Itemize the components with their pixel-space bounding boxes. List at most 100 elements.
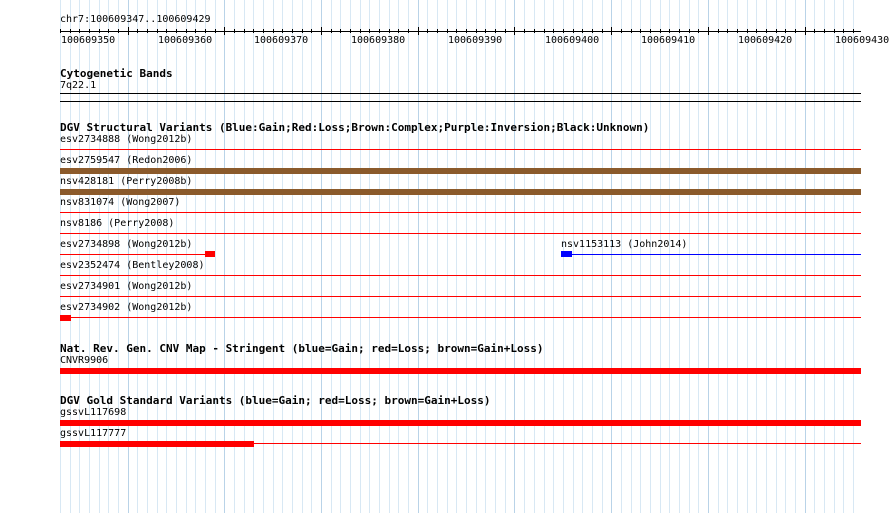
ruler-minor-tick xyxy=(524,29,525,33)
grid-line xyxy=(814,0,815,513)
variant-bar-complex[interactable] xyxy=(60,189,861,195)
ruler-minor-tick xyxy=(379,29,380,33)
grid-line xyxy=(698,0,699,513)
ruler-minor-tick xyxy=(389,29,390,33)
variant-label[interactable]: esv2352474 (Bentley2008) xyxy=(60,260,205,272)
ruler-minor-tick xyxy=(669,29,670,33)
grid-line xyxy=(834,0,835,513)
cytogenetic-bands-title: Cytogenetic Bands xyxy=(60,67,173,80)
grid-line xyxy=(176,0,177,513)
grid-line xyxy=(544,0,545,513)
variant-label[interactable]: esv2734898 (Wong2012b) xyxy=(60,239,192,251)
ruler-minor-tick xyxy=(331,29,332,33)
grid-line xyxy=(485,0,486,513)
grid-line xyxy=(340,0,341,513)
variant-label[interactable]: nsv428181 (Perry2008b) xyxy=(60,176,192,188)
ruler-minor-tick xyxy=(282,29,283,33)
ruler-minor-tick xyxy=(447,29,448,33)
variant-bar-complex[interactable] xyxy=(60,168,861,174)
variant-label[interactable]: esv2734902 (Wong2012b) xyxy=(60,302,192,314)
ruler-minor-tick xyxy=(273,29,274,33)
ruler-minor-tick xyxy=(456,29,457,33)
grid-line xyxy=(476,0,477,513)
grid-line xyxy=(689,0,690,513)
gold-variant-label[interactable]: gssvL117777 xyxy=(60,428,126,440)
ruler-minor-tick xyxy=(747,29,748,33)
gold-variant-bar-loss[interactable] xyxy=(60,420,861,426)
grid-line xyxy=(514,0,515,513)
ruler-minor-tick xyxy=(766,29,767,33)
ruler-minor-tick xyxy=(485,29,486,33)
grid-line xyxy=(369,0,370,513)
variant-row-line xyxy=(60,296,861,297)
ruler-minor-tick xyxy=(99,29,100,33)
grid-line xyxy=(408,0,409,513)
ruler-minor-tick xyxy=(302,29,303,33)
ruler-minor-tick xyxy=(660,29,661,33)
grid-line xyxy=(766,0,767,513)
gold-variant-label[interactable]: gssvL117698 xyxy=(60,407,126,419)
grid-line xyxy=(292,0,293,513)
ruler-tick-label: 100609410 xyxy=(641,35,696,46)
ruler-minor-tick xyxy=(79,29,80,33)
ruler-minor-tick xyxy=(795,29,796,33)
variant-bar-loss[interactable] xyxy=(205,251,215,257)
grid-line xyxy=(186,0,187,513)
ruler-minor-tick xyxy=(340,29,341,33)
ruler-minor-tick xyxy=(244,29,245,33)
ruler-major-tick xyxy=(805,27,806,35)
grid-line xyxy=(447,0,448,513)
dgv-structural-title: DGV Structural Variants (Blue:Gain;Red:L… xyxy=(60,121,650,134)
ruler-minor-tick xyxy=(679,29,680,33)
grid-line xyxy=(234,0,235,513)
grid-line xyxy=(679,0,680,513)
grid-line xyxy=(389,0,390,513)
variant-label[interactable]: esv2734888 (Wong2012b) xyxy=(60,134,192,146)
ruler-minor-tick xyxy=(582,29,583,33)
variant-label[interactable]: nsv1153113 (John2014) xyxy=(561,239,687,251)
cnv-bar-loss[interactable] xyxy=(60,368,861,374)
ruler-minor-tick xyxy=(215,29,216,33)
variant-label[interactable]: esv2734901 (Wong2012b) xyxy=(60,281,192,293)
grid-line xyxy=(350,0,351,513)
ruler-minor-tick xyxy=(157,29,158,33)
ruler-minor-tick xyxy=(621,29,622,33)
ruler-minor-tick xyxy=(234,29,235,33)
grid-line xyxy=(360,0,361,513)
cytoband-label[interactable]: 7q22.1 xyxy=(60,80,96,92)
ruler-minor-tick xyxy=(408,29,409,33)
ruler-major-tick xyxy=(514,27,515,35)
ruler-minor-tick xyxy=(186,29,187,33)
grid-line xyxy=(418,0,419,513)
ruler-minor-tick xyxy=(398,29,399,33)
grid-line xyxy=(215,0,216,513)
variant-bar-gain[interactable] xyxy=(561,251,572,257)
grid-line xyxy=(244,0,245,513)
variant-label[interactable]: esv2759547 (Redon2006) xyxy=(60,155,192,167)
ruler-major-tick xyxy=(708,27,709,35)
ruler-minor-tick xyxy=(427,29,428,33)
variant-row-line xyxy=(60,149,861,150)
ruler-minor-tick xyxy=(311,29,312,33)
grid-line xyxy=(456,0,457,513)
ruler-tick-label: 100609400 xyxy=(545,35,600,46)
ruler-axis xyxy=(60,31,861,32)
variant-row-line-gain xyxy=(572,254,861,255)
cnv-label[interactable]: CNVR9906 xyxy=(60,355,108,367)
variant-bar-loss[interactable] xyxy=(60,315,71,321)
grid-line xyxy=(302,0,303,513)
variant-label[interactable]: nsv831074 (Wong2007) xyxy=(60,197,180,209)
ruler-minor-tick xyxy=(631,29,632,33)
ruler-minor-tick xyxy=(737,29,738,33)
ruler-major-tick xyxy=(418,27,419,35)
ruler-minor-tick xyxy=(563,29,564,33)
grid-line xyxy=(592,0,593,513)
ruler-minor-tick xyxy=(350,29,351,33)
ruler-tick-label: 100609390 xyxy=(448,35,503,46)
ruler-minor-tick xyxy=(843,29,844,33)
grid-line xyxy=(273,0,274,513)
variant-row-line xyxy=(60,254,215,255)
variant-label[interactable]: nsv8186 (Perry2008) xyxy=(60,218,174,230)
variant-row-line xyxy=(60,275,861,276)
gold-variant-bar-loss[interactable] xyxy=(60,441,254,447)
